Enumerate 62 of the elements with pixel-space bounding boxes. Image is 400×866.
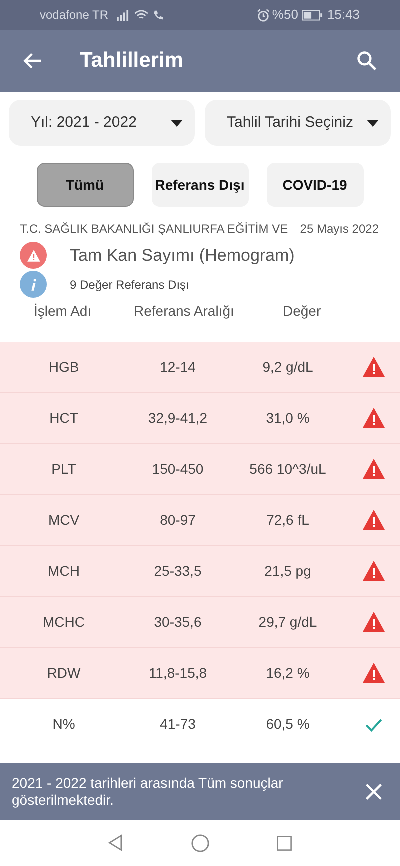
warning-icon [361, 661, 387, 685]
screen-title: Tahlillerim [80, 48, 184, 74]
warning-badge-icon [20, 242, 47, 269]
filter-tab[interactable]: Tümü [36, 163, 134, 207]
filter-tab[interactable]: COVID-19 [266, 163, 364, 207]
table-cell: 72,6 fL [266, 512, 310, 528]
wifi-icon [134, 10, 148, 20]
battery-icon [302, 10, 324, 20]
table-cell: 566 10^3/uL [250, 460, 326, 476]
snackbar-message: 2021 - 2022 tarihleri arasında Tüm sonuçlar gösterilmektedir. [12, 774, 284, 808]
table-cell: HGB [48, 358, 80, 374]
warning-icon [361, 406, 387, 430]
table-cell: PLT [52, 460, 76, 476]
warning-icon [361, 355, 387, 379]
test-name: Tam Kan Sayımı (Hemogram) [70, 244, 295, 267]
nav-home-button[interactable] [190, 833, 210, 853]
column-header: Referans Aralığı [134, 302, 234, 318]
table-cell: 80-97 [160, 512, 196, 528]
table-cell: HCT [50, 410, 78, 426]
column-header: İşlem Adı [34, 302, 92, 318]
table-cell: 150-450 [152, 460, 204, 476]
dropdown-field[interactable]: Yıl: 2021 - 2022 [9, 100, 195, 146]
caret-icon [367, 120, 379, 126]
table-cell: 29,7 g/dL [258, 614, 318, 630]
table-cell: 9,2 g/dL [262, 358, 314, 374]
result-date: 25 Mayıs 2022 [300, 221, 379, 238]
caret-icon [171, 120, 183, 126]
institution-name: T.C. SAĞLIK BAKANLIĞI ŞANLIURFA EĞİTİM VE [20, 221, 288, 238]
alarm-icon [257, 8, 270, 22]
table-cell: MCH [48, 562, 80, 578]
warning-icon [361, 508, 387, 532]
summary-text: 9 Değer Referans Dışı [70, 276, 190, 294]
filter-tab[interactable]: Referans Dışı [152, 163, 248, 207]
table-cell: 25-33,5 [154, 562, 202, 578]
nav-recents-button[interactable] [274, 833, 294, 853]
clock-time: 15:43 [327, 6, 360, 24]
table-cell: N% [52, 716, 76, 732]
table-cell: 32,9-41,2 [148, 410, 208, 426]
info-icon [20, 271, 47, 298]
table-cell: MCHC [43, 614, 85, 630]
table-cell: 30-35,6 [154, 614, 202, 630]
table-cell: 21,5 pg [264, 562, 312, 578]
warning-icon [361, 457, 387, 481]
table-cell: RDW [47, 664, 81, 680]
close-button[interactable] [364, 782, 384, 802]
table-cell: 12-14 [160, 358, 196, 374]
warning-icon [361, 559, 387, 583]
search-icon [356, 50, 378, 72]
signal-icon [116, 10, 130, 20]
phone-icon [152, 10, 164, 20]
carrier-name: vodafone TR [40, 7, 108, 24]
column-header: Değer [283, 302, 322, 318]
warning-icon [361, 610, 387, 634]
table-cell: 60,5 % [266, 716, 310, 732]
table-cell: MCV [48, 512, 80, 528]
table-cell: 41-73 [160, 716, 196, 732]
battery-percent: %50 [272, 6, 298, 24]
dropdown-field[interactable]: Tahlil Tarihi Seçiniz [205, 100, 391, 146]
close-icon [365, 782, 383, 800]
table-cell: 11,8-15,8 [148, 664, 208, 680]
table-cell: 16,2 % [266, 664, 310, 680]
table-cell: 31,0 % [266, 410, 310, 426]
